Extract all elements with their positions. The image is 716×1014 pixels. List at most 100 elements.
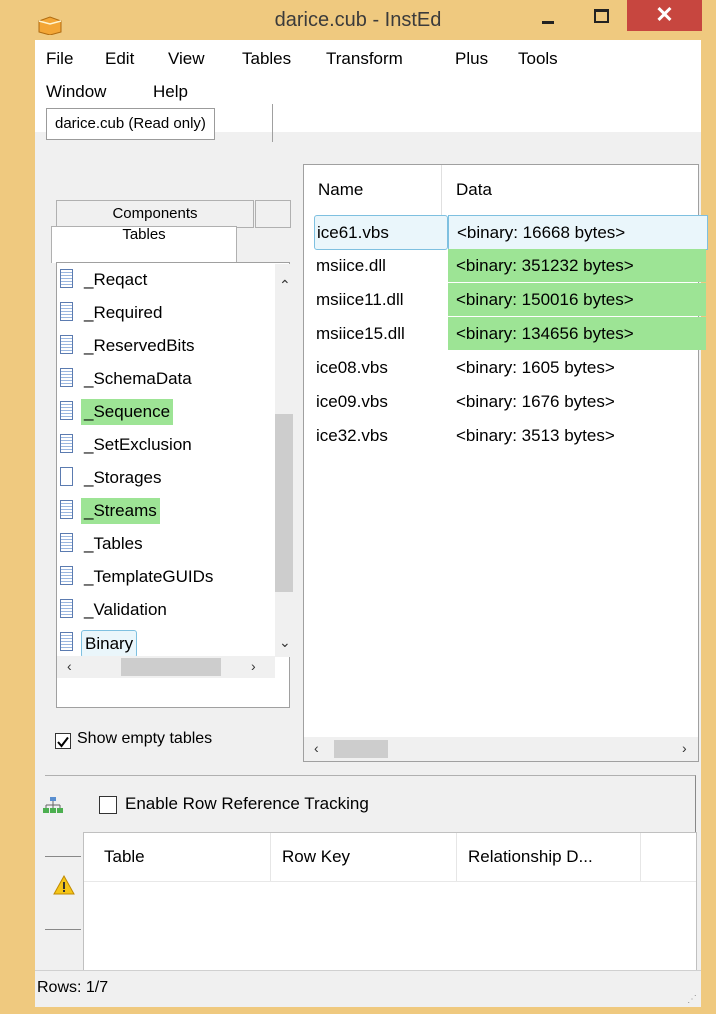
table-row[interactable]: ice09.vbs <binary: 1676 bytes>	[304, 385, 698, 419]
column-divider[interactable]	[456, 833, 457, 881]
column-header-name[interactable]: Name	[318, 165, 363, 215]
grid-scroll-right-icon[interactable]: ›	[682, 740, 687, 756]
data-grid[interactable]: Name Data ice61.vbs <binary: 16668 bytes>…	[303, 164, 708, 762]
column-divider[interactable]	[640, 833, 641, 881]
checkmark-icon	[57, 736, 69, 748]
menu-help[interactable]: Help	[153, 82, 188, 102]
close-button[interactable]: ✕	[627, 0, 702, 31]
resize-grip-icon[interactable]: ⋰	[687, 994, 697, 1005]
column-divider[interactable]	[441, 165, 442, 215]
tab-components[interactable]: Components	[56, 200, 254, 228]
grid-hscroll-thumb[interactable]	[334, 740, 388, 758]
reference-tracking-panel: Enable Row Reference Tracking Table Row …	[43, 775, 697, 974]
list-item-label: _Validation	[84, 600, 167, 619]
table-row[interactable]: msiice11.dll <binary: 150016 bytes>	[304, 283, 706, 317]
menu-tools[interactable]: Tools	[518, 49, 558, 69]
show-empty-label: Show empty tables	[77, 730, 213, 747]
client-area: File Edit View Tables Transform Plus Too…	[35, 40, 708, 1007]
list-item[interactable]: _TemplateGUIDs	[57, 562, 257, 594]
cell-name[interactable]: msiice15.dll	[314, 317, 446, 350]
maximize-button[interactable]	[580, 0, 620, 30]
enable-ref-tracking-label: Enable Row Reference Tracking	[125, 794, 369, 813]
hierarchy-icon	[43, 797, 63, 813]
reference-list-header: Table Row Key Relationship D...	[84, 833, 696, 882]
menu-window[interactable]: Window	[46, 82, 106, 102]
list-item[interactable]: _Required	[57, 298, 257, 330]
list-item-label: _ReservedBits	[84, 336, 195, 355]
cell-name[interactable]: ice32.vbs	[314, 419, 446, 452]
status-bar: Rows: 1/7 ⋰	[35, 970, 701, 1007]
close-icon: ✕	[655, 2, 674, 27]
tab-extra[interactable]	[255, 200, 291, 228]
hscroll-thumb[interactable]	[121, 658, 221, 676]
list-item[interactable]: _Reqact	[57, 265, 257, 297]
warning-side-tab[interactable]	[45, 856, 81, 930]
table-icon	[60, 467, 73, 486]
title-bar[interactable]: darice.cub - InstEd ✕	[0, 0, 716, 40]
cell-name[interactable]: ice08.vbs	[314, 351, 446, 384]
enable-ref-tracking-checkbox[interactable]	[99, 796, 117, 814]
table-icon	[60, 434, 73, 453]
cell-data[interactable]: <binary: 150016 bytes>	[448, 283, 706, 316]
menu-file[interactable]: File	[46, 49, 73, 69]
list-item[interactable]: _Tables	[57, 529, 257, 561]
app-window: darice.cub - InstEd ✕ File Edit View Tab…	[0, 0, 716, 1014]
cell-name[interactable]: ice09.vbs	[314, 385, 446, 418]
list-item-label: _Storages	[84, 468, 162, 487]
list-item[interactable]: _Streams	[57, 496, 257, 528]
tables-listbox[interactable]: _Reqact _Required _ReservedBits _SchemaData…	[56, 262, 293, 708]
column-header-data[interactable]: Data	[456, 165, 492, 215]
scrollbar-thumb[interactable]	[275, 414, 293, 592]
cell-data[interactable]: <binary: 16668 bytes>	[448, 215, 708, 250]
column-header-relationship[interactable]: Relationship D...	[468, 847, 593, 867]
scroll-down-icon[interactable]: ⌄	[279, 634, 291, 651]
grid-scroll-left-icon[interactable]: ‹	[314, 740, 319, 756]
list-item[interactable]: _Validation	[57, 595, 257, 627]
cell-data[interactable]: <binary: 134656 bytes>	[448, 317, 706, 350]
menu-edit[interactable]: Edit	[105, 49, 134, 69]
maximize-icon	[594, 9, 609, 23]
scroll-up-icon[interactable]: ⌃	[279, 277, 291, 294]
cell-name[interactable]: msiice11.dll	[314, 283, 446, 316]
table-icon	[60, 533, 73, 552]
table-row[interactable]: ice32.vbs <binary: 3513 bytes>	[304, 419, 698, 453]
table-row[interactable]: msiice.dll <binary: 351232 bytes>	[304, 249, 706, 283]
table-row[interactable]: ice61.vbs <binary: 16668 bytes>	[304, 215, 708, 250]
table-row[interactable]: msiice15.dll <binary: 134656 bytes>	[304, 317, 706, 351]
column-header-table[interactable]: Table	[104, 847, 145, 867]
menu-view[interactable]: View	[168, 49, 205, 69]
table-icon	[60, 632, 73, 651]
reference-panel-frame: Enable Row Reference Tracking Table Row …	[43, 775, 697, 974]
vertical-scrollbar[interactable]: ⌃ ⌄	[275, 264, 293, 657]
cell-data[interactable]: <binary: 1605 bytes>	[448, 351, 706, 384]
cell-name[interactable]: ice61.vbs	[314, 215, 448, 250]
list-item[interactable]: _Storages	[57, 463, 257, 495]
grid-horizontal-scrollbar[interactable]: ‹ ›	[304, 737, 698, 761]
list-item-label: _Streams	[81, 498, 160, 524]
show-empty-checkbox[interactable]	[55, 733, 71, 749]
table-icon	[60, 302, 73, 321]
list-item[interactable]: _SetExclusion	[57, 430, 257, 462]
column-divider[interactable]	[270, 833, 271, 881]
column-header-row-key[interactable]: Row Key	[282, 847, 350, 867]
menu-tables[interactable]: Tables	[242, 49, 291, 69]
reference-list[interactable]: Table Row Key Relationship D...	[83, 832, 697, 974]
cell-data[interactable]: <binary: 3513 bytes>	[448, 419, 706, 452]
scroll-right-icon[interactable]: ›	[251, 658, 256, 674]
menu-plus[interactable]: Plus	[455, 49, 488, 69]
cell-data[interactable]: <binary: 1676 bytes>	[448, 385, 706, 418]
table-row[interactable]: ice08.vbs <binary: 1605 bytes>	[304, 351, 698, 385]
tab-tables[interactable]: Tables	[51, 226, 237, 263]
list-item[interactable]: _SchemaData	[57, 364, 257, 396]
document-tab[interactable]: darice.cub (Read only)	[46, 108, 215, 140]
cell-data[interactable]: <binary: 351232 bytes>	[448, 249, 706, 282]
table-icon	[60, 368, 73, 387]
list-item[interactable]: _Sequence	[57, 397, 257, 429]
menu-transform[interactable]: Transform	[326, 49, 403, 69]
list-item[interactable]: _ReservedBits	[57, 331, 257, 363]
minimize-button[interactable]	[528, 0, 568, 30]
scroll-left-icon[interactable]: ‹	[67, 658, 72, 674]
cell-name[interactable]: msiice.dll	[314, 249, 446, 282]
list-item-label: _Tables	[84, 534, 143, 553]
horizontal-scrollbar[interactable]: ‹ ›	[57, 656, 275, 678]
